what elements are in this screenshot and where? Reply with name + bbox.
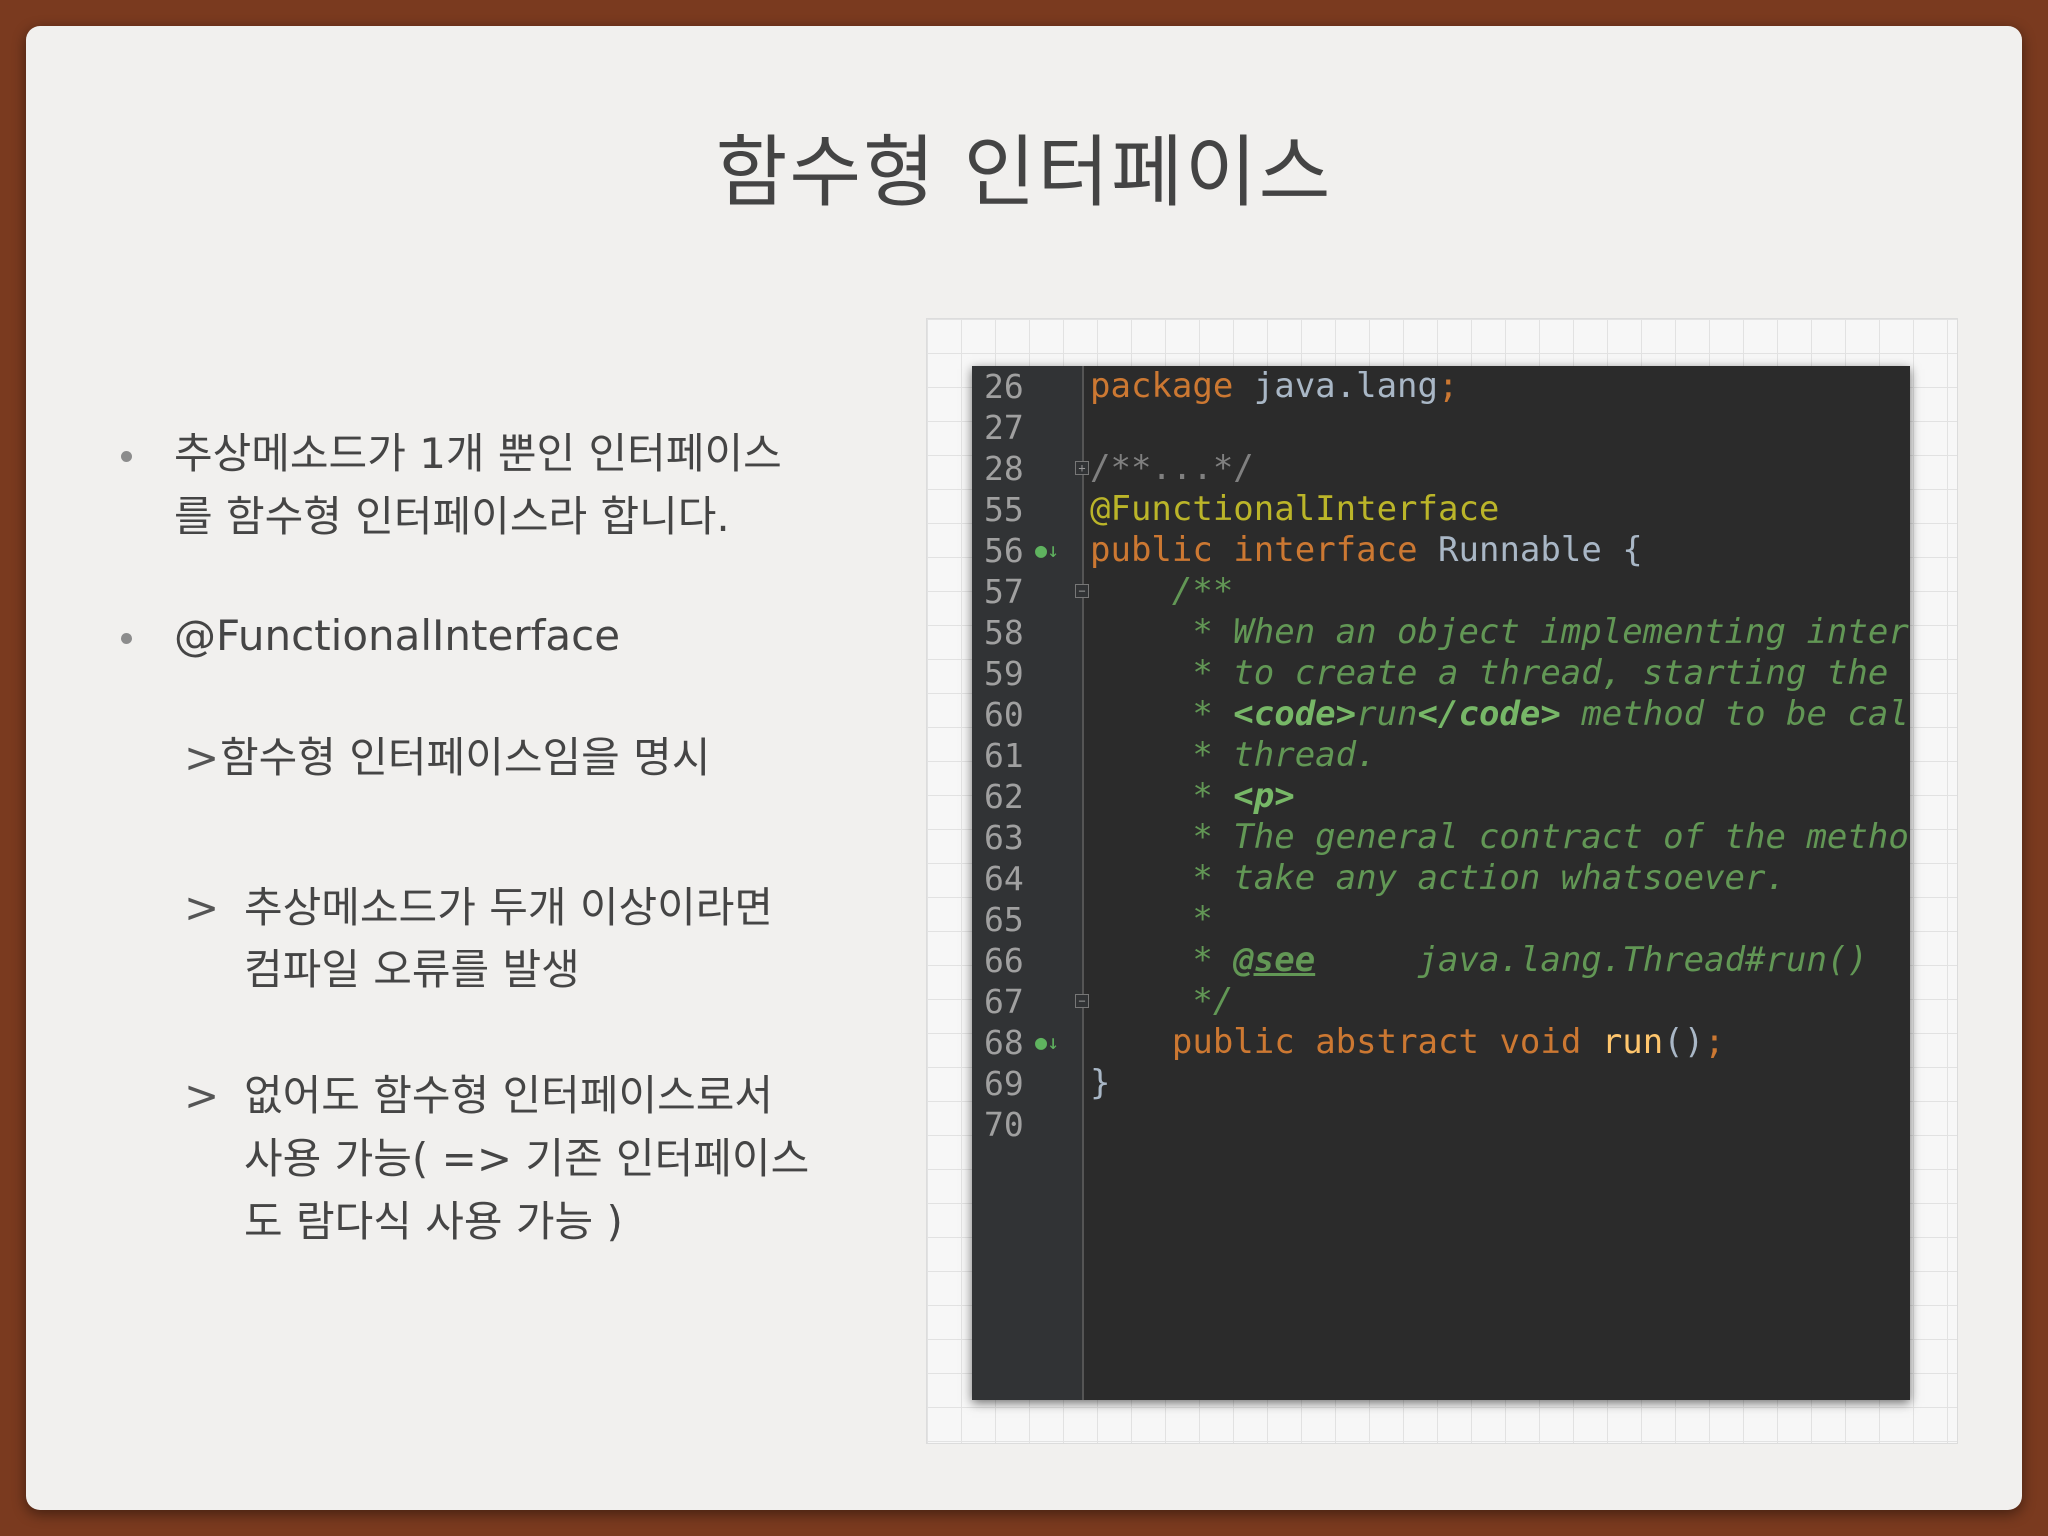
- implementations-gutter-icon: ●↓: [1035, 538, 1060, 562]
- doc-see-tag: @see: [1233, 940, 1316, 980]
- line-number: 65: [984, 900, 1024, 939]
- line-number: 28: [984, 449, 1024, 488]
- line-number: 66: [984, 941, 1024, 980]
- doc-comment: * to create a thread, starting the th: [1090, 653, 1910, 693]
- code-line-64: * take any action whatsoever.: [1090, 858, 1786, 899]
- doc-comment: *: [1090, 694, 1234, 734]
- line-number: 55: [984, 490, 1024, 529]
- doc-tag: <p>: [1233, 776, 1295, 816]
- code-line-61: * thread.: [1090, 735, 1377, 776]
- bullet-list: 추상메소드가 1개 뿐인 인터페이스 를 함수형 인터페이스라 합니다. @Fu…: [26, 26, 926, 1510]
- code-line-66: * @see java.lang.Thread#run(): [1090, 940, 1868, 981]
- keyword: interface: [1233, 530, 1418, 570]
- doc-comment: method to be calle: [1581, 694, 1910, 734]
- line-number: 64: [984, 859, 1024, 898]
- annotation: @FunctionalInterface: [1090, 489, 1500, 529]
- line-number: 67: [984, 982, 1024, 1021]
- fold-collapse-icon: −: [1075, 994, 1089, 1008]
- code-line-67: */: [1090, 981, 1233, 1022]
- doc-comment: * thread.: [1090, 735, 1377, 775]
- code-line-58: * When an object implementing interfa: [1090, 612, 1910, 653]
- sub-item-marker: >: [184, 733, 220, 782]
- bullet-dot-icon: [121, 451, 132, 462]
- line-number: 70: [984, 1105, 1024, 1144]
- line-number: 60: [984, 695, 1024, 734]
- doc-comment: *: [1090, 776, 1234, 816]
- doc-comment: * take any action whatsoever.: [1090, 858, 1786, 898]
- code-line-69: }: [1090, 1063, 1110, 1104]
- line-number: 59: [984, 654, 1024, 693]
- code-screenshot: 26 27 28 55 56 57 58 59 60 61 62 63 64 6…: [972, 366, 1910, 1400]
- line-number: 63: [984, 818, 1024, 857]
- folded-comment: /**...*/: [1090, 448, 1254, 488]
- closing-brace: }: [1090, 1063, 1111, 1103]
- code-line-56: public interface Runnable {: [1090, 530, 1643, 571]
- keyword: package: [1090, 366, 1234, 406]
- doc-comment: *: [1090, 899, 1213, 939]
- bullet-1-line-1: 추상메소드가 1개 뿐인 인터페이스: [174, 429, 782, 478]
- line-number: 58: [984, 613, 1024, 652]
- fold-expand-icon: +: [1075, 461, 1089, 475]
- doc-comment: * When an object implementing interfa: [1090, 612, 1910, 652]
- semicolon: ;: [1704, 1022, 1725, 1062]
- sub-item-marker: >: [184, 1071, 220, 1120]
- code-line-65: *: [1090, 899, 1213, 940]
- sub-item-3-line-3: 도 람다식 사용 가능 ): [244, 1197, 623, 1246]
- interface-name: Runnable: [1438, 530, 1602, 570]
- sub-item-3-line-1: 없어도 함수형 인터페이스로서: [244, 1071, 774, 1120]
- doc-comment: * The general contract of the method: [1090, 817, 1910, 857]
- sub-item-2-line-2: 컴파일 오류를 발생: [244, 945, 580, 994]
- keyword: public: [1090, 530, 1213, 570]
- line-number: 56: [984, 531, 1024, 570]
- keyword: abstract: [1315, 1022, 1479, 1062]
- doc-comment: /**: [1090, 571, 1234, 611]
- code-line-28: /**...*/: [1090, 448, 1254, 489]
- fold-collapse-icon: −: [1075, 584, 1089, 598]
- package-name: java.lang: [1233, 366, 1438, 406]
- bullet-1-line-2: 를 함수형 인터페이스라 합니다.: [174, 492, 730, 541]
- implementations-gutter-icon: ●↓: [1035, 1030, 1060, 1054]
- doc-comment: java.lang.Thread#run(): [1315, 940, 1868, 980]
- line-number: 61: [984, 736, 1024, 775]
- code-line-62: * <p>: [1090, 776, 1295, 817]
- bullet-2-line-1: @FunctionalInterface: [174, 611, 621, 660]
- sub-item-3-line-2: 사용 가능( => 기존 인터페이스: [244, 1134, 810, 1183]
- sub-item-marker: >: [184, 883, 220, 932]
- method-name: run: [1601, 1022, 1664, 1062]
- bullet-dot-icon: [121, 633, 132, 644]
- line-number-gutter: 26 27 28 55 56 57 58 59 60 61 62 63 64 6…: [972, 366, 1089, 1400]
- sub-item-2-line-1: 추상메소드가 두개 이상이라면: [244, 883, 774, 932]
- code-line-63: * The general contract of the method: [1090, 817, 1910, 858]
- code-line-59: * to create a thread, starting the th: [1090, 653, 1910, 694]
- doc-comment: run: [1356, 694, 1418, 734]
- code-line-68: public abstract void run();: [1090, 1022, 1725, 1063]
- doc-tag: </code>: [1417, 694, 1561, 734]
- slide: 함수형 인터페이스 추상메소드가 1개 뿐인 인터페이스 를 함수형 인터페이스…: [26, 26, 2022, 1510]
- line-number: 68: [984, 1023, 1024, 1062]
- keyword: public: [1171, 1022, 1295, 1062]
- code-line-57: /**: [1090, 571, 1233, 612]
- semicolon: ;: [1438, 366, 1459, 406]
- line-number: 62: [984, 777, 1024, 816]
- parens: (): [1663, 1022, 1705, 1062]
- keyword: void: [1499, 1022, 1582, 1062]
- line-number: 69: [984, 1064, 1024, 1103]
- line-number: 26: [984, 367, 1024, 406]
- sub-item-1-line-1: 함수형 인터페이스임을 명시: [220, 733, 711, 782]
- doc-comment: */: [1090, 981, 1234, 1021]
- line-number: 27: [984, 408, 1024, 447]
- line-number: 57: [984, 572, 1024, 611]
- code-line-60: * <code>run</code> method to be calle: [1090, 694, 1910, 735]
- code-line-26: package java.lang;: [1090, 366, 1458, 407]
- doc-tag: <code>: [1233, 694, 1357, 734]
- doc-comment: *: [1090, 940, 1234, 980]
- brace: {: [1622, 530, 1643, 570]
- code-line-55: @FunctionalInterface: [1090, 489, 1499, 530]
